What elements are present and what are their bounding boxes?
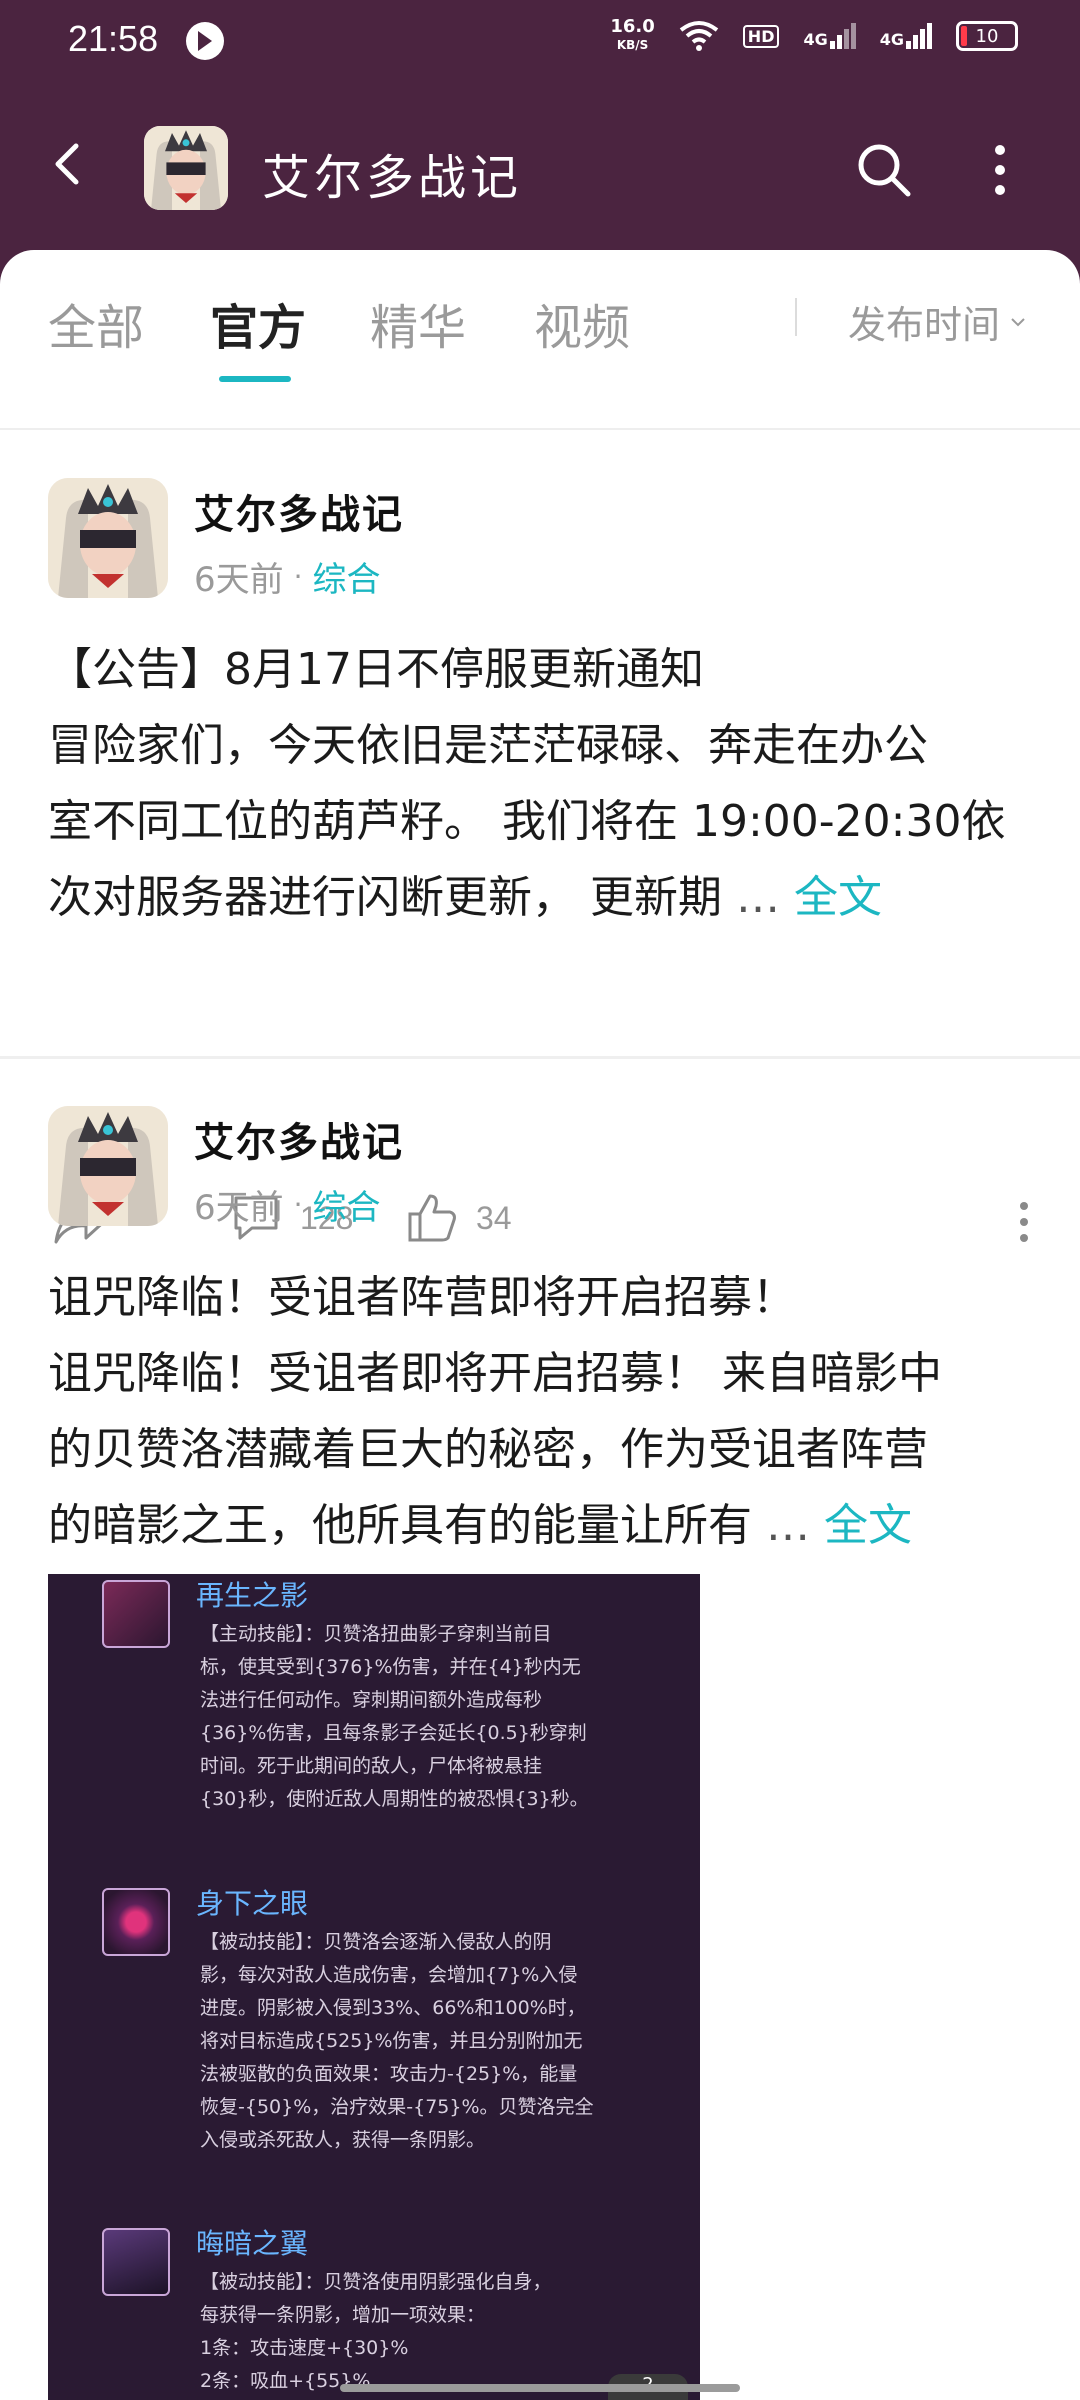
post-meta: 6天前 · 综合 <box>194 1180 381 1229</box>
hd-voice-badge: HD <box>742 24 780 48</box>
post-line-last: 次对服务器进行闪断更新， 更新期 … 全文 <box>48 872 882 923</box>
post-author-name[interactable]: 艾尔多战记 <box>194 482 404 540</box>
status-bar: 21:58 16.0 KB/S HD 4G 4G 10 <box>0 0 1080 80</box>
active-tab-indicator <box>219 376 291 382</box>
tab-featured[interactable]: 精华 <box>370 288 466 358</box>
post-line: 冒险家们，今天依旧是茫茫碌碌、奔走在办公 <box>48 720 928 771</box>
filter-tabs: 全部 官方 精华 视频 发布时间 <box>0 250 1080 430</box>
ellipsis: … <box>766 1500 810 1551</box>
thumbs-up-icon <box>408 1194 456 1242</box>
post-category-tag[interactable]: 综合 <box>313 1180 381 1229</box>
status-time: 21:58 <box>68 18 159 59</box>
tab-all[interactable]: 全部 <box>48 288 144 358</box>
network-speed-value: 16.0 <box>610 16 655 37</box>
tab-video[interactable]: 视频 <box>534 288 630 358</box>
post-meta: 6天前 · 综合 <box>194 552 381 601</box>
signal-strength-2: 4G <box>880 23 932 49</box>
skill-description: 【被动技能】：贝赞洛会逐渐入侵敌人的阴 影，每次对敌人造成伤害，会增加{7}%入… <box>200 1931 594 2151</box>
like-button[interactable]: 34 <box>406 1192 512 1244</box>
author-avatar-image <box>48 1106 168 1226</box>
game-logo-image <box>144 126 228 210</box>
battery-level-fill <box>961 26 967 46</box>
battery-level-text: 10 <box>975 25 999 47</box>
network-speed: 16.0 KB/S <box>610 18 654 54</box>
post-more-icon[interactable] <box>1014 1200 1034 1244</box>
skill-name: 晦暗之翼 <box>196 2227 309 2260</box>
post-author-name[interactable]: 艾尔多战记 <box>194 1110 404 1168</box>
signal-strength-1: 4G <box>803 23 856 49</box>
post-time: 6天前 <box>194 1188 284 1228</box>
meta-separator: · <box>293 560 303 593</box>
meta-separator: · <box>293 1188 303 1221</box>
skill-name: 再生之影 <box>196 1579 309 1612</box>
skill-description: 【被动技能】：贝赞洛使用阴影强化自身， 每获得一条阴影，增加一项效果： 1条：攻… <box>200 2271 552 2392</box>
post-line: 室不同工位的葫芦籽。 我们将在 19:00-20:30依 <box>48 796 1006 847</box>
network-speed-unit: KB/S <box>616 38 649 52</box>
like-count: 34 <box>476 1199 512 1236</box>
content-sheet: 全部 官方 精华 视频 发布时间 艾尔多战记 6天前 · 综合 【公告】8月17… <box>0 250 1080 2400</box>
skill-icon <box>102 2228 170 2296</box>
post-body[interactable]: 诅咒降临！受诅者阵营即将开启招募！ 诅咒降临！受诅者即将开启招募！ 来自暗影中 … <box>48 1260 1038 1564</box>
post-line: 的贝赞洛潜藏着巨大的秘密，作为受诅者阵营 <box>48 1424 928 1475</box>
header-title: 艾尔多战记 <box>262 150 523 206</box>
more-options-icon[interactable] <box>980 140 1020 200</box>
skill-icon <box>102 1888 170 1956</box>
post-line: 诅咒降临！受诅者即将开启招募！ 来自暗影中 <box>48 1348 942 1399</box>
post-image[interactable]: 再生之影 【主动技能】：贝赞洛扭曲影子穿刺当前目 标，使其受到{376}%伤害，… <box>48 1574 700 2400</box>
skill-description: 【主动技能】：贝赞洛扭曲影子穿刺当前目 标，使其受到{376}%伤害，并在{4}… <box>200 1623 589 1810</box>
app-header: 艾尔多战记 <box>0 80 1080 250</box>
skill-name: 身下之眼 <box>196 1887 309 1920</box>
post-category-tag[interactable]: 综合 <box>313 552 381 601</box>
game-avatar[interactable] <box>144 126 228 210</box>
notification-app-icon <box>186 22 224 60</box>
sort-label: 发布时间 <box>848 303 1001 347</box>
post-line: 诅咒降临！受诅者阵营即将开启招募！ <box>48 1272 796 1323</box>
battery-icon: 10 <box>956 21 1018 51</box>
read-more-link[interactable]: 全文 <box>824 1500 912 1551</box>
post-time: 6天前 <box>194 560 284 600</box>
sort-dropdown[interactable]: 发布时间 <box>848 294 1028 349</box>
chevron-down-icon <box>1011 317 1025 326</box>
tab-divider <box>795 298 797 336</box>
back-arrow-icon[interactable] <box>46 142 90 186</box>
author-avatar-image <box>48 478 168 598</box>
post-line-last: 的暗影之王，他所具有的能量让所有 … 全文 <box>48 1500 912 1551</box>
status-indicators: 16.0 KB/S HD 4G 4G 10 <box>610 18 1018 54</box>
tab-official[interactable]: 官方 <box>210 288 306 358</box>
search-icon[interactable] <box>854 140 914 200</box>
post-body[interactable]: 【公告】8月17日不停服更新通知 冒险家们，今天依旧是茫茫碌碌、奔走在办公 室不… <box>48 632 1038 936</box>
read-more-link[interactable]: 全文 <box>794 872 882 923</box>
skill-icon <box>102 1580 170 1648</box>
author-avatar[interactable] <box>48 478 168 598</box>
home-indicator[interactable] <box>340 2384 740 2392</box>
wifi-icon <box>679 21 719 51</box>
post-line: 【公告】8月17日不停服更新通知 <box>48 644 704 695</box>
post-divider <box>0 1056 1080 1059</box>
ellipsis: … <box>736 872 780 923</box>
author-avatar[interactable] <box>48 1106 168 1226</box>
